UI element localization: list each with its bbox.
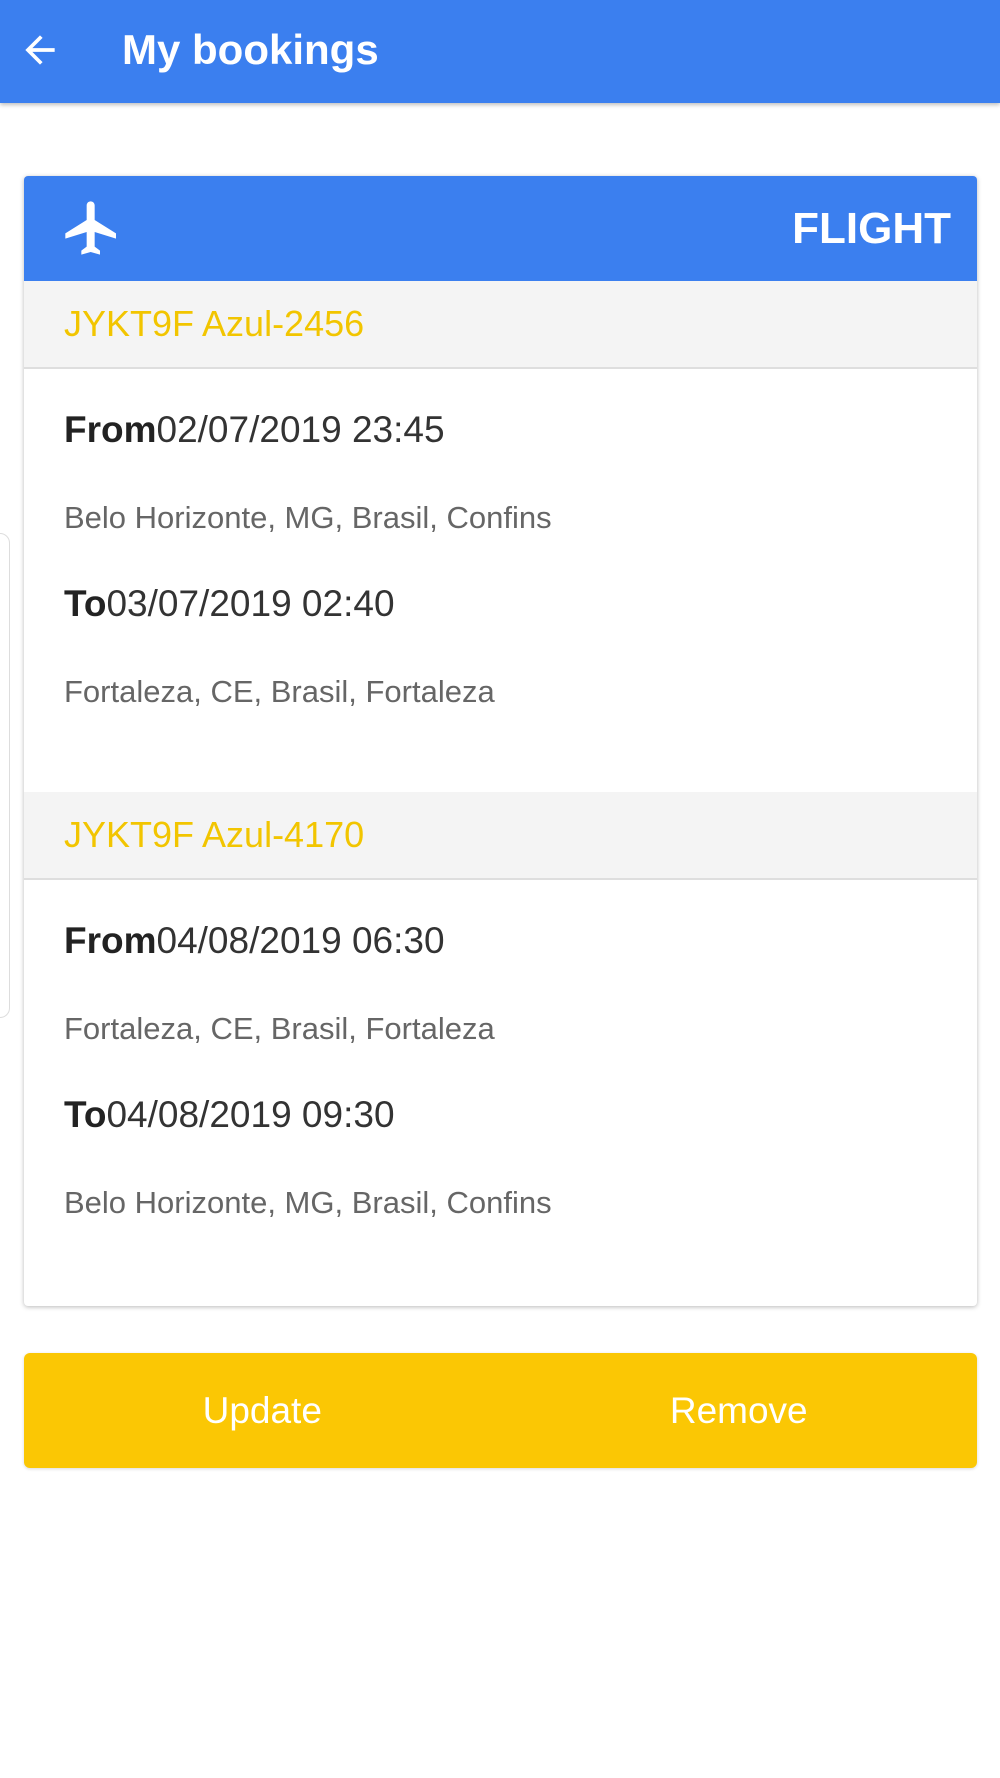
app-bar: My bookings	[0, 0, 1000, 103]
page-title: My bookings	[122, 26, 379, 73]
booking-actions: Update Remove	[24, 1353, 977, 1468]
arrival-place: Belo Horizonte, MG, Brasil, Confins	[64, 1185, 552, 1220]
arrival-row: To04/08/2019 09:30	[64, 1094, 395, 1136]
segment-details: From02/07/2019 23:45 Belo Horizonte, MG,…	[24, 369, 977, 792]
departure-row: From02/07/2019 23:45	[64, 409, 445, 451]
to-label: To	[64, 583, 107, 624]
departure-datetime: 02/07/2019 23:45	[156, 409, 445, 450]
arrival-row: To03/07/2019 02:40	[64, 583, 395, 625]
departure-row: From04/08/2019 06:30	[64, 920, 445, 962]
from-label: From	[64, 920, 157, 961]
airplane-icon	[65, 201, 116, 255]
departure-place: Fortaleza, CE, Brasil, Fortaleza	[64, 1011, 495, 1046]
back-button[interactable]	[12, 22, 68, 78]
arrival-datetime: 04/08/2019 09:30	[106, 1094, 395, 1135]
to-label: To	[64, 1094, 107, 1135]
segment-title: JYKT9F Azul-2456	[24, 281, 977, 369]
segment-details: From04/08/2019 06:30 Fortaleza, CE, Bras…	[24, 880, 977, 1303]
booking-type-label: FLIGHT	[792, 204, 951, 253]
booking-card-header: FLIGHT	[24, 176, 977, 281]
departure-datetime: 04/08/2019 06:30	[156, 920, 445, 961]
side-drawer-edge[interactable]	[0, 533, 10, 1018]
from-label: From	[64, 409, 157, 450]
arrow-left-icon	[25, 35, 55, 65]
segment-title: JYKT9F Azul-4170	[24, 792, 977, 880]
arrival-datetime: 03/07/2019 02:40	[106, 583, 395, 624]
remove-button[interactable]: Remove	[501, 1353, 978, 1468]
update-button[interactable]: Update	[24, 1353, 501, 1468]
departure-place: Belo Horizonte, MG, Brasil, Confins	[64, 500, 552, 535]
arrival-place: Fortaleza, CE, Brasil, Fortaleza	[64, 674, 495, 709]
booking-card: FLIGHT JYKT9F Azul-2456 From02/07/2019 2…	[24, 176, 977, 1306]
